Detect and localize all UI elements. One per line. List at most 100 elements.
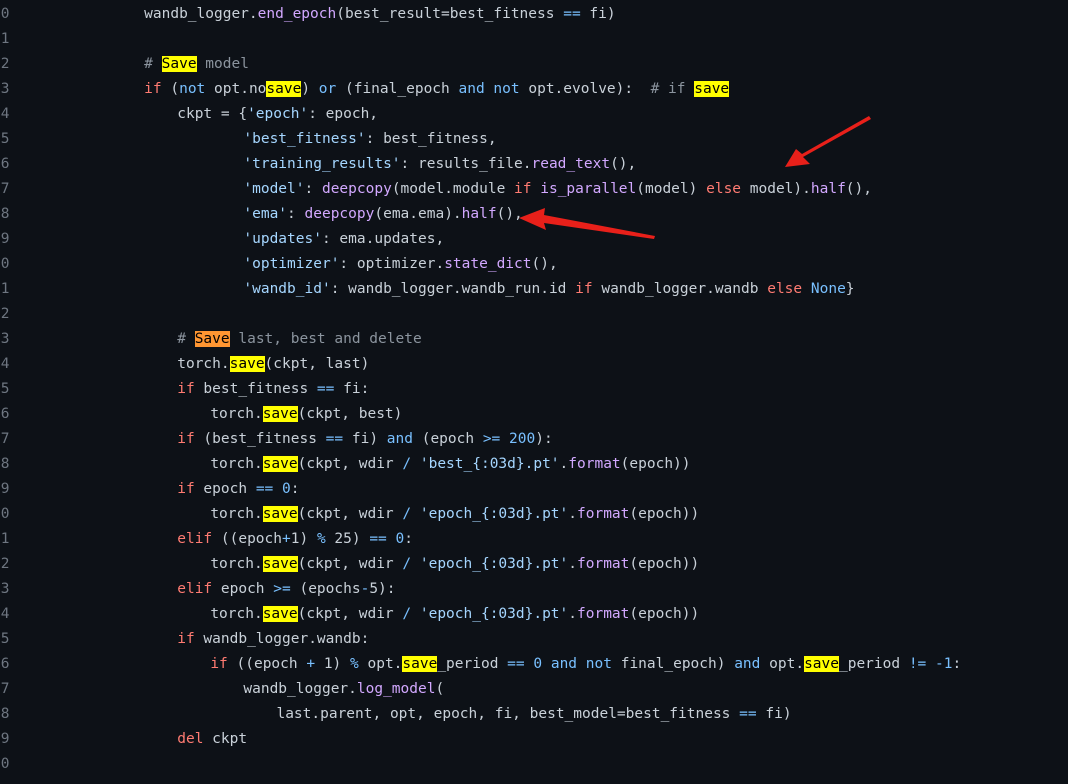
- code-token: fi): [343, 431, 387, 447]
- code-line[interactable]: 79 del ckpt: [0, 727, 1068, 752]
- code-token: last.parent, opt, epoch, fi, best_model=…: [276, 706, 740, 722]
- line-number: 75: [0, 631, 10, 647]
- code-token: epoch: [194, 481, 256, 497]
- code-token: if: [177, 381, 195, 397]
- code-text: 'best_fitness': best_fitness,: [243, 127, 496, 152]
- code-token: : ema.updates,: [321, 231, 445, 247]
- code-token: 'training_results': [243, 156, 401, 172]
- code-line[interactable]: 57 'model': deepcopy(model.module if is_p…: [0, 177, 1068, 202]
- code-line[interactable]: 62: [0, 302, 1068, 327]
- code-line[interactable]: 74 torch.save(ckpt, wdir / 'epoch_{:03d}.…: [0, 602, 1068, 627]
- code-token: fi): [756, 706, 792, 722]
- code-token: ((epoch: [227, 656, 307, 672]
- code-line[interactable]: 68 torch.save(ckpt, wdir / 'best_{:03d}.p…: [0, 452, 1068, 477]
- code-token: (best_fitness: [194, 431, 326, 447]
- code-token: if: [177, 631, 195, 647]
- line-number: 60: [0, 256, 10, 272]
- code-token: torch.: [210, 606, 263, 622]
- line-number: 67: [0, 431, 10, 447]
- code-line[interactable]: 66 torch.save(ckpt, best): [0, 402, 1068, 427]
- code-text: del ckpt: [177, 727, 247, 752]
- code-token: >=: [482, 431, 501, 447]
- code-token: # if: [650, 81, 695, 97]
- line-number: 65: [0, 381, 10, 397]
- line-number: 54: [0, 106, 10, 122]
- code-token: ckpt = {: [177, 106, 248, 122]
- code-text: ckpt = {'epoch': epoch,: [177, 102, 378, 127]
- code-line[interactable]: 73 elif epoch >= (epochs-5):: [0, 577, 1068, 602]
- code-line[interactable]: 78 last.parent, opt, epoch, fi, best_mode…: [0, 702, 1068, 727]
- code-line[interactable]: 65 if best_fitness == fi:: [0, 377, 1068, 402]
- code-token: final_epoch): [611, 656, 735, 672]
- code-line[interactable]: 55 'best_fitness': best_fitness,: [0, 127, 1068, 152]
- code-text: # Save model: [144, 52, 249, 77]
- code-line[interactable]: 59 'updates': ema.updates,: [0, 227, 1068, 252]
- code-token: .: [568, 556, 577, 572]
- code-line[interactable]: 56 'training_results': results_file.read_…: [0, 152, 1068, 177]
- search-match: save: [262, 456, 298, 472]
- code-line[interactable]: 53if (not opt.nosave) or (final_epoch an…: [0, 77, 1068, 102]
- code-token: 200: [509, 431, 536, 447]
- code-line[interactable]: 76if ((epoch + 1) % opt.save_period == 0…: [0, 652, 1068, 677]
- code-line[interactable]: 63 # Save last, best and delete: [0, 327, 1068, 352]
- code-text: 'ema': deepcopy(ema.ema).half(),: [243, 202, 522, 227]
- code-text: 'wandb_id': wandb_logger.wandb_run.id if…: [243, 277, 854, 302]
- code-line[interactable]: 64 torch.save(ckpt, last): [0, 352, 1068, 377]
- code-token: (epoch)): [620, 456, 691, 472]
- code-token: fi:: [334, 381, 370, 397]
- code-token: model: [196, 56, 249, 72]
- code-token: and: [386, 431, 413, 447]
- code-line[interactable]: 52 # Save model: [0, 52, 1068, 77]
- code-line[interactable]: 50 wandb_logger.end_epoch(best_result=bes…: [0, 2, 1068, 27]
- code-token: ==: [369, 531, 387, 547]
- code-token: _period: [838, 656, 909, 672]
- code-token: elif: [177, 531, 213, 547]
- code-text: elif ((epoch+1) % 25) == 0:: [177, 527, 413, 552]
- line-number: 69: [0, 481, 10, 497]
- code-editor[interactable]: 50wandb_logger.end_epoch(best_result=bes…: [0, 0, 1068, 784]
- code-text: wandb_logger.end_epoch(best_result=best_…: [144, 2, 615, 27]
- code-token: (epochs: [290, 581, 361, 597]
- code-token: !=: [908, 656, 927, 672]
- code-line[interactable]: 51: [0, 27, 1068, 52]
- code-line[interactable]: 75 if wandb_logger.wandb:: [0, 627, 1068, 652]
- code-token: (epoch)): [629, 556, 700, 572]
- code-text: torch.save(ckpt, wdir / 'epoch_{:03d}.pt…: [210, 552, 699, 577]
- code-token: log_model: [356, 681, 436, 697]
- code-token: (),: [610, 156, 637, 172]
- code-line[interactable]: 67 if (best_fitness == fi) and (epoch >= …: [0, 427, 1068, 452]
- code-token: torch.: [210, 556, 263, 572]
- code-token: 0: [533, 656, 543, 672]
- code-line[interactable]: 72 torch.save(ckpt, wdir / 'epoch_{:03d}.…: [0, 552, 1068, 577]
- line-number: 61: [0, 281, 10, 297]
- code-token: (ckpt, best): [297, 406, 403, 422]
- code-token: :: [290, 481, 300, 497]
- code-token: }: [845, 281, 855, 297]
- code-line[interactable]: 80: [0, 752, 1068, 777]
- code-token: if: [514, 181, 532, 197]
- line-number: 73: [0, 581, 10, 597]
- code-line[interactable]: 54 ckpt = {'epoch': epoch,: [0, 102, 1068, 127]
- code-token: -1: [935, 656, 953, 672]
- code-token: ==: [316, 381, 335, 397]
- code-line[interactable]: 71 elif ((epoch+1) % 25) == 0:: [0, 527, 1068, 552]
- line-number: 72: [0, 556, 10, 572]
- code-token: (final_epoch: [336, 81, 459, 97]
- code-token: not: [585, 656, 612, 672]
- code-line[interactable]: 70 torch.save(ckpt, wdir / 'epoch_{:03d}.…: [0, 502, 1068, 527]
- code-token: or: [318, 81, 337, 97]
- code-line[interactable]: 77 wandb_logger.log_model(: [0, 677, 1068, 702]
- code-text: 'updates': ema.updates,: [243, 227, 444, 252]
- code-token: .: [559, 456, 569, 472]
- code-line[interactable]: 58 'ema': deepcopy(ema.ema).half(),: [0, 202, 1068, 227]
- code-token: ): [301, 81, 319, 97]
- code-token: 0: [282, 481, 291, 497]
- code-token: half: [461, 206, 497, 222]
- code-line[interactable]: 61 'wandb_id': wandb_logger.wandb_run.id …: [0, 277, 1068, 302]
- code-token: (ema.ema).: [374, 206, 462, 222]
- code-token: wandb_logger.: [144, 6, 258, 22]
- code-line[interactable]: 69 if epoch == 0:: [0, 477, 1068, 502]
- code-line[interactable]: 60 'optimizer': optimizer.state_dict(),: [0, 252, 1068, 277]
